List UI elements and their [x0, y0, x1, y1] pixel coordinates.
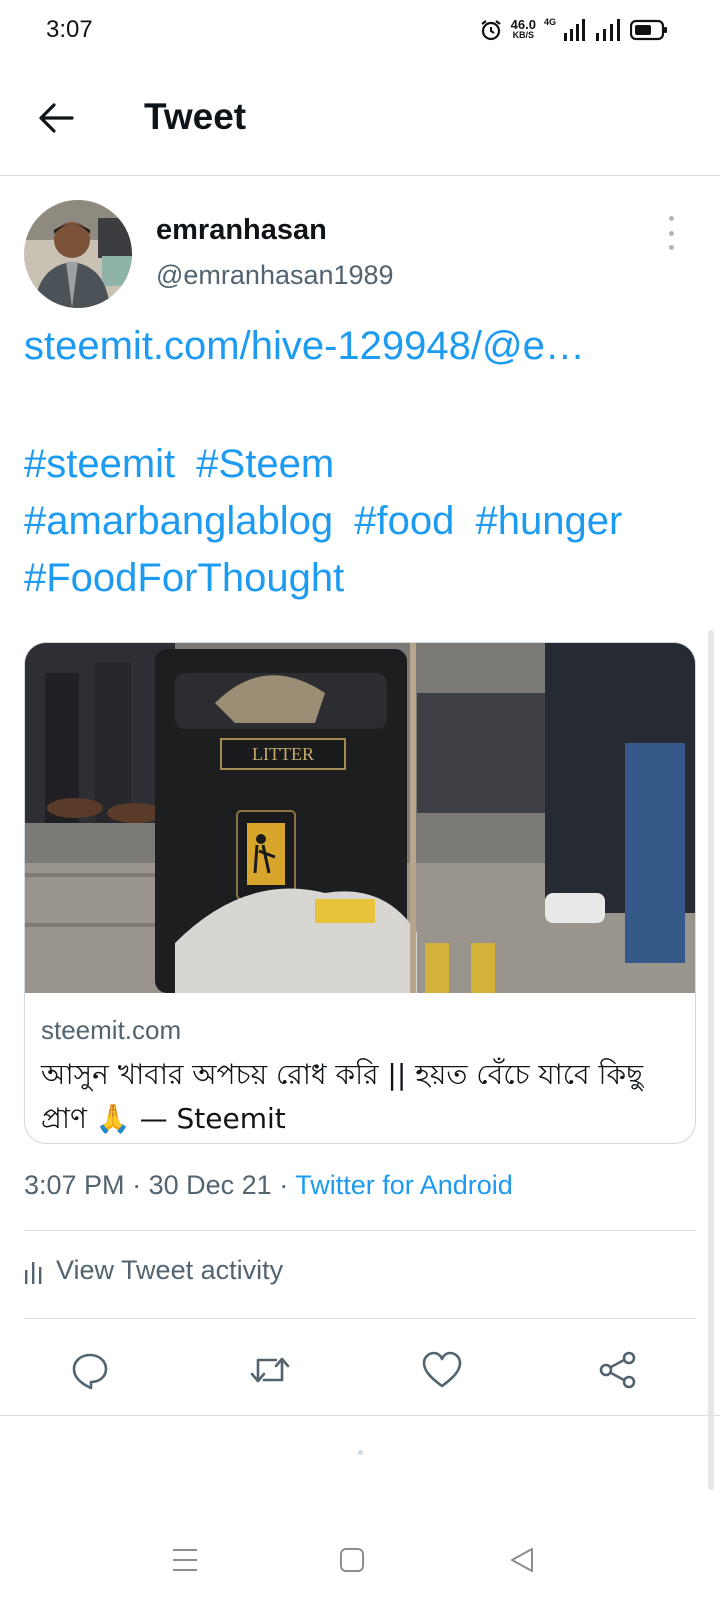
back-button[interactable]	[36, 98, 76, 138]
status-icons: 46.0 KB/S 4G	[479, 17, 668, 42]
dot-icon	[668, 245, 674, 250]
alarm-icon	[481, 20, 501, 41]
hashtag[interactable]: #amarbanglablog	[24, 499, 333, 543]
divider	[24, 1318, 696, 1319]
system-nav-bar	[0, 1520, 720, 1600]
tweet-date: 30 Dec 21	[148, 1170, 272, 1200]
hashtag[interactable]: #food	[354, 499, 454, 543]
divider	[24, 1230, 696, 1231]
hashtags: #steemit #Steem #amarbanglablog #food #h…	[24, 436, 704, 607]
dot-icon	[668, 230, 674, 236]
home-icon	[340, 1548, 364, 1572]
view-tweet-activity[interactable]: View Tweet activity	[24, 1255, 283, 1286]
retweet-icon	[250, 1357, 290, 1383]
net-speed: 46.0 KB/S	[510, 17, 536, 40]
arrow-left-icon	[39, 103, 74, 133]
page-title: Tweet	[144, 96, 247, 137]
signal-icon	[596, 19, 620, 41]
hashtag[interactable]: #steemit	[24, 442, 175, 486]
system-back-button[interactable]	[492, 1530, 552, 1590]
hashtag[interactable]: #hunger	[475, 499, 622, 543]
reply-button[interactable]	[60, 1340, 120, 1400]
hashtag[interactable]: #Steem	[196, 442, 334, 486]
network-type-label: 4G	[543, 17, 556, 27]
hashtag[interactable]: #FoodForThought	[24, 556, 344, 600]
share-button[interactable]	[588, 1340, 648, 1400]
tweet-time: 3:07 PM	[24, 1170, 125, 1200]
share-icon	[599, 1351, 636, 1389]
meta-separator: ·	[132, 1170, 142, 1200]
dot-icon	[668, 216, 674, 221]
meta-separator: ·	[279, 1170, 289, 1200]
menu-icon	[173, 1549, 197, 1571]
litter-sign: LITTER	[252, 744, 314, 764]
card-title: আসুন খাবার অপচয় রোধ করি || হয়ত বেঁচে য…	[41, 1058, 644, 1135]
status-bar: 3:07 46.0 KB/S 4G	[0, 0, 720, 64]
scrollbar[interactable]	[708, 630, 714, 1490]
signal-4g-icon	[564, 19, 585, 41]
recent-apps-button[interactable]	[155, 1530, 215, 1590]
loading-indicator	[358, 1450, 363, 1455]
author-name[interactable]: emranhasan	[156, 214, 327, 247]
battery-icon	[630, 19, 667, 41]
tweet-meta: 3:07 PM · 30 Dec 21 · Twitter for Androi…	[24, 1170, 513, 1201]
retweet-button[interactable]	[240, 1340, 300, 1400]
home-button[interactable]	[322, 1530, 382, 1590]
status-time: 3:07	[46, 16, 93, 43]
more-options-button[interactable]	[664, 216, 678, 250]
activity-label: View Tweet activity	[56, 1255, 284, 1285]
avatar[interactable]	[24, 200, 132, 308]
divider	[0, 1415, 720, 1416]
analytics-icon	[25, 1261, 42, 1284]
card-image: LITTER	[25, 643, 695, 993]
author-handle[interactable]: @emranhasan1989	[156, 260, 394, 291]
tweet-source-link[interactable]: Twitter for Android	[295, 1170, 513, 1200]
link-preview-card[interactable]: LITTER steemit.com আসুন খাবার অপচয় রোধ …	[24, 642, 696, 1144]
card-domain: steemit.com	[41, 1015, 182, 1045]
back-icon	[511, 1548, 533, 1572]
action-bar	[0, 1340, 720, 1410]
tweet-link[interactable]: steemit.com/hive-129948/@e…	[24, 324, 585, 369]
header: Tweet	[0, 64, 720, 176]
reply-icon	[72, 1353, 108, 1390]
like-icon	[422, 1351, 462, 1388]
like-button[interactable]	[412, 1340, 472, 1400]
